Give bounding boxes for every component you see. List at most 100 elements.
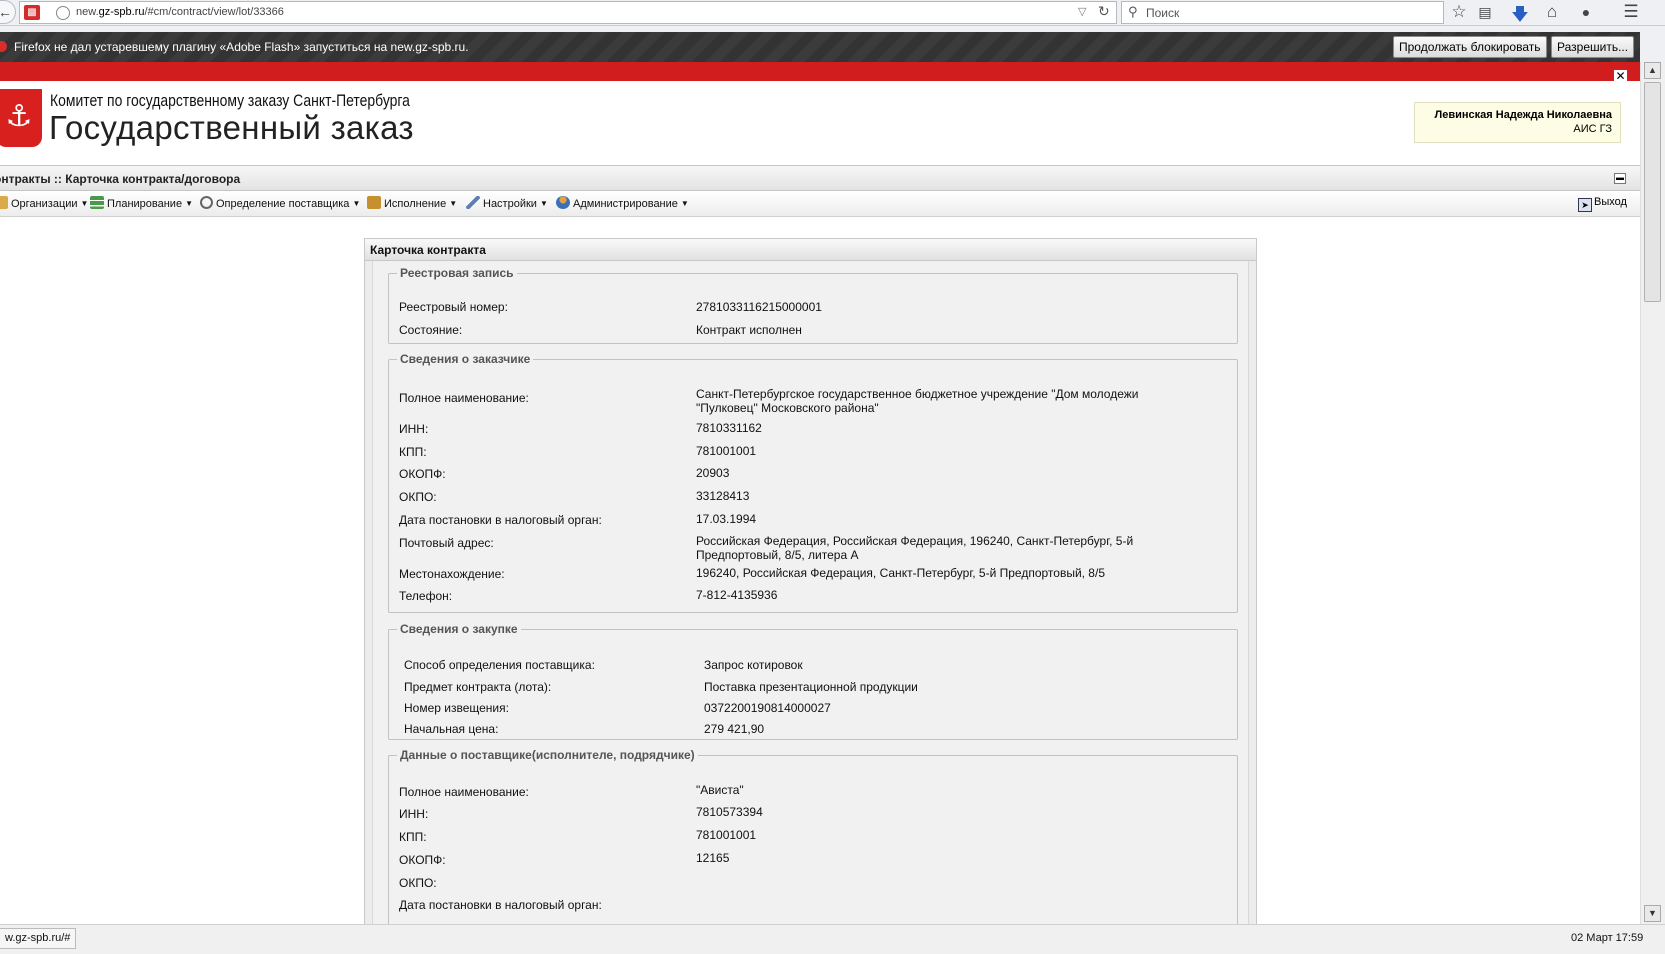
home-icon[interactable]: ⌂ <box>1541 2 1563 22</box>
contract-card-panel: Карточка контракта Реестровая запись Рее… <box>364 238 1257 928</box>
browser-toolbar: ← ▩ new.gz-spb.ru/#cm/contract/view/lot/… <box>0 0 1665 26</box>
customer-full-name-value: Санкт-Петербургское государственное бюдж… <box>696 387 1139 415</box>
purchase-legend: Сведения о закупке <box>400 622 518 636</box>
contract-subject-value: Поставка презентационной продукции <box>704 680 918 694</box>
supplier-full-name-value: "Ависта" <box>696 783 744 797</box>
chevron-down-icon: ▼ <box>539 199 548 208</box>
user-name: Левинская Надежда Николаевна <box>1434 109 1612 121</box>
scrollbar-thumb[interactable] <box>1644 82 1661 302</box>
menu-planning[interactable]: Планирование ▼ <box>90 196 193 210</box>
customer-section: Сведения о заказчике Полное наименование… <box>388 352 1238 613</box>
execution-icon <box>367 196 381 209</box>
user-role: АИС ГЗ <box>1573 123 1612 135</box>
menu-planning-label: Планирование <box>107 198 183 210</box>
field-label: Реестровый номер: <box>399 300 508 314</box>
initial-price-value: 279 421,90 <box>704 722 765 736</box>
field-label: Полное наименование: <box>399 391 529 405</box>
user-info-box: Левинская Надежда Николаевна АИС ГЗ <box>1414 102 1621 143</box>
continue-blocking-button[interactable]: Продолжать блокировать <box>1393 36 1547 58</box>
purchase-section: Сведения о закупке Способ определения по… <box>388 622 1238 740</box>
header-red-strip <box>0 62 1640 81</box>
spb-coat-of-arms-logo: ⚓ <box>0 89 42 147</box>
customer-postal-address-value: Российская Федерация, Российская Федерац… <box>696 534 1134 562</box>
customer-inn-value: 7810331162 <box>696 421 762 435</box>
field-label: ОКОПФ: <box>399 853 446 867</box>
customer-okopf-value: 20903 <box>696 466 730 480</box>
reading-list-icon[interactable]: ▤ <box>1474 4 1496 21</box>
field-label: КПП: <box>399 830 427 844</box>
exit-icon: ➤ <box>1578 198 1592 212</box>
supplier-okopf-value: 12165 <box>696 851 730 865</box>
back-arrow-icon[interactable]: ← <box>0 0 16 24</box>
scroll-down-arrow-icon[interactable]: ▼ <box>1644 905 1661 922</box>
site-favicon-icon: ▩ <box>24 5 40 20</box>
plugin-notification-bar: Firefox не дал устаревшему плагину «Adob… <box>0 32 1640 62</box>
chevron-down-icon: ▼ <box>449 199 458 208</box>
field-label: Дата постановки в налоговый орган: <box>399 898 602 912</box>
exit-label: Выход <box>1594 196 1627 208</box>
bookmark-star-icon[interactable]: ☆ <box>1448 2 1470 22</box>
reload-icon[interactable]: ↻ <box>1098 3 1110 20</box>
field-label: Местонахождение: <box>399 567 505 581</box>
field-label: ИНН: <box>399 807 429 821</box>
url-dropdown-icon[interactable]: ▽ <box>1078 5 1086 18</box>
menu-organizations-label: Организации <box>11 198 78 210</box>
planning-icon <box>90 196 104 209</box>
field-label: Номер извещения: <box>404 701 509 715</box>
status-bar: w.gz-spb.ru/# 02 Март 17:59 <box>0 924 1665 954</box>
supplier-inn-value: 7810573394 <box>696 805 763 819</box>
allow-plugin-button[interactable]: Разрешить... <box>1551 36 1635 58</box>
address-bar[interactable]: ▩ new.gz-spb.ru/#cm/contract/view/lot/33… <box>19 1 1117 24</box>
customer-okpo-value: 33128413 <box>696 489 750 503</box>
registry-legend: Реестровая запись <box>400 266 514 280</box>
collapse-header-icon[interactable]: ▬ <box>1614 173 1626 184</box>
field-label: Предмет контракта (лота): <box>404 680 552 694</box>
chevron-down-icon: ▼ <box>680 199 689 208</box>
vertical-scrollbar[interactable]: ▲ ▼ <box>1640 62 1665 924</box>
registry-number-value: 2781033116215000001 <box>696 300 822 314</box>
site-header: ⚓ Комитет по государственному заказу Сан… <box>0 81 1640 165</box>
contract-status-value: Контракт исполнен <box>696 323 802 337</box>
customer-legend: Сведения о заказчике <box>400 352 531 366</box>
breadcrumb: онтракты :: Карточка контракта/договора … <box>0 165 1640 191</box>
field-label: КПП: <box>399 445 427 459</box>
field-label: ОКПО: <box>399 490 437 504</box>
supplier-method-value: Запрос котировок <box>704 658 803 672</box>
menu-administration[interactable]: Администрирование ▼ <box>556 196 689 210</box>
search-input[interactable]: ⚲ Поиск <box>1121 1 1444 24</box>
plugin-blocked-icon <box>0 41 7 52</box>
org-name: Комитет по государственному заказу Санкт… <box>50 91 410 110</box>
main-menu: Организации ▼ Планирование ▼ Определение п… <box>0 191 1640 217</box>
menu-administration-label: Администрирование <box>573 198 678 210</box>
chevron-down-icon: ▼ <box>80 199 89 208</box>
globe-icon[interactable] <box>56 6 70 20</box>
menu-hamburger-icon[interactable]: ☰ <box>1620 2 1642 22</box>
wrench-icon <box>466 196 480 209</box>
search-placeholder: Поиск <box>1146 6 1180 20</box>
field-label: Дата постановки в налоговый орган: <box>399 513 602 527</box>
customer-tax-date-value: 17.03.1994 <box>696 512 757 526</box>
customer-location-value: 196240, Российская Федерация, Санкт-Пете… <box>696 566 1105 580</box>
menu-settings-label: Настройки <box>483 198 537 210</box>
menu-settings[interactable]: Настройки ▼ <box>466 196 548 210</box>
supplier-legend: Данные о поставщике(исполнителе, подрядч… <box>400 748 695 762</box>
chat-icon[interactable]: ● <box>1575 4 1597 20</box>
gears-icon <box>200 196 213 209</box>
field-label: ОКОПФ: <box>399 467 446 481</box>
field-label: Состояние: <box>399 323 463 337</box>
exit-button[interactable]: ➤ Выход <box>1578 196 1627 212</box>
menu-organizations[interactable]: Организации ▼ <box>0 196 88 210</box>
plugin-notification-text: Firefox не дал устаревшему плагину «Adob… <box>14 40 469 54</box>
supplier-section: Данные о поставщике(исполнителе, подрядч… <box>388 748 1238 927</box>
panel-body: Реестровая запись Реестровый номер: 2781… <box>372 261 1249 927</box>
scroll-up-arrow-icon[interactable]: ▲ <box>1644 62 1661 79</box>
notification-bar-end <box>1640 32 1665 62</box>
organizations-icon <box>0 196 8 209</box>
field-label: Полное наименование: <box>399 785 529 799</box>
breadcrumb-text: онтракты :: Карточка контракта/договора <box>0 172 241 186</box>
customer-phone-value: 7-812-4135936 <box>696 588 778 602</box>
menu-supplier-selection[interactable]: Определение поставщика ▼ <box>200 196 360 210</box>
url-text[interactable]: new.gz-spb.ru/#cm/contract/view/lot/3336… <box>76 6 284 18</box>
menu-execution[interactable]: Исполнение ▼ <box>367 196 457 210</box>
field-label: Почтовый адрес: <box>399 536 494 550</box>
